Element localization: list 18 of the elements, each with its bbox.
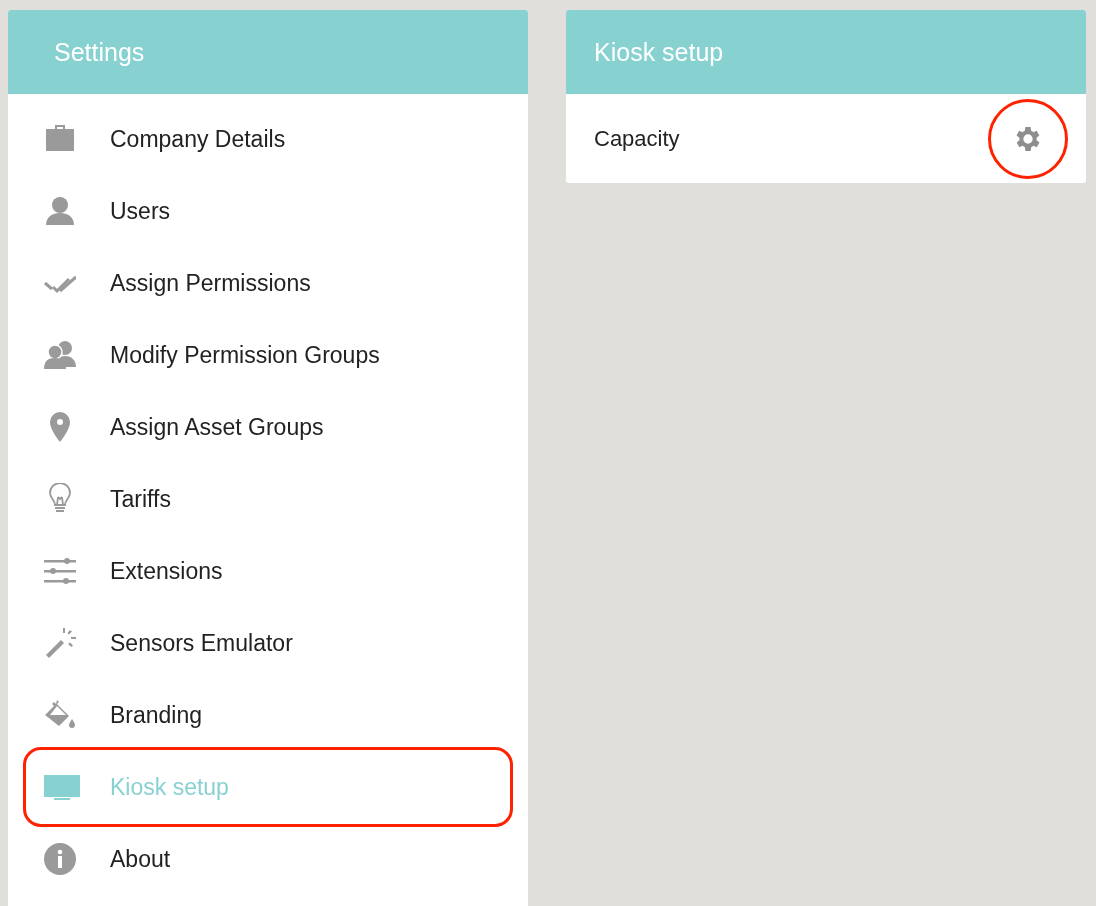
menu-item[interactable]: Users [8, 175, 528, 247]
menu-item[interactable]: Tariffs [8, 463, 528, 535]
user-icon [44, 195, 76, 227]
sliders-icon [44, 555, 76, 587]
users-icon [44, 339, 76, 371]
menu-item[interactable]: Modify Permission Groups [8, 319, 528, 391]
menu-item[interactable]: Company Details [8, 103, 528, 175]
paint-bucket-icon [44, 699, 76, 731]
settings-button[interactable] [988, 98, 1068, 179]
panel-title: Kiosk setup [593, 37, 724, 67]
menu-item[interactable]: Sensors Emulator [8, 607, 528, 679]
panel-title: Settings [53, 37, 145, 67]
menu-item[interactable]: Assign Asset Groups [8, 391, 528, 463]
info-icon [44, 843, 76, 875]
magic-wand-icon [44, 627, 76, 659]
menu-item[interactable]: Assign Permissions [8, 247, 528, 319]
menu-item[interactable]: Extensions [8, 535, 528, 607]
setting-label: Capacity [594, 125, 680, 152]
